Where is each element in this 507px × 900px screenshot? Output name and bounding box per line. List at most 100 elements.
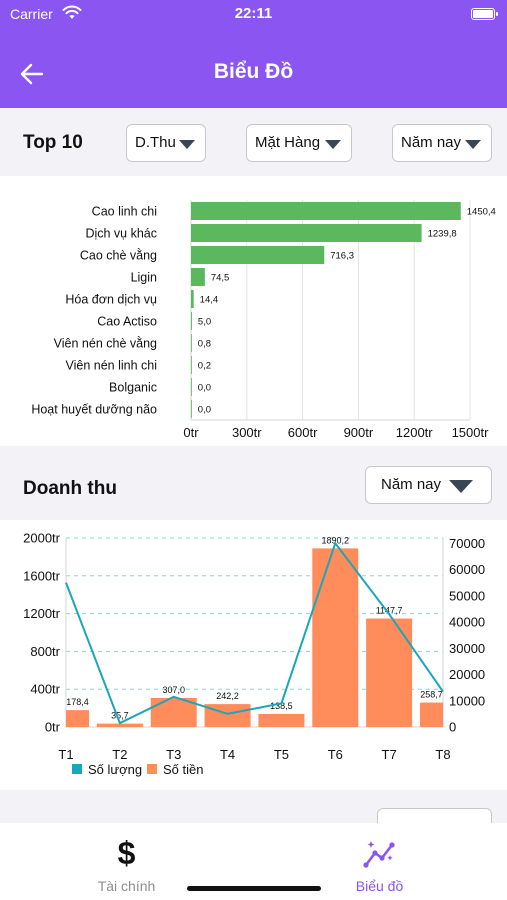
right-tick-label: 40000 xyxy=(449,615,485,630)
data-label: 1239,8 xyxy=(428,229,457,240)
data-label: 716,3 xyxy=(330,251,354,262)
data-label: 178,4 xyxy=(66,697,89,707)
category-label: Dịch vụ khác xyxy=(85,227,157,241)
x-tick-label: 1500tr xyxy=(452,425,490,440)
group-dropdown[interactable]: Mặt Hàng xyxy=(246,124,352,162)
bar xyxy=(204,704,251,727)
x-tick-label: T7 xyxy=(382,747,397,762)
data-label: 307,0 xyxy=(162,685,185,695)
top10-title: Top 10 xyxy=(23,132,83,153)
x-tick-label: T5 xyxy=(274,747,289,762)
category-label: Hóa đơn dịch vụ xyxy=(65,293,157,307)
status-time: 22:11 xyxy=(234,5,273,22)
data-label: 14,4 xyxy=(200,295,219,306)
bar xyxy=(191,400,192,418)
chevron-down-icon xyxy=(449,480,473,493)
x-tick-label: T1 xyxy=(58,747,73,762)
x-tick-label: 600tr xyxy=(288,425,318,440)
category-label: Cao chè vằng xyxy=(80,248,157,263)
bar xyxy=(191,246,325,264)
bar xyxy=(366,618,413,727)
left-tick-label: 0tr xyxy=(45,720,61,735)
bar xyxy=(191,224,422,242)
home-indicator xyxy=(187,886,321,891)
right-tick-label: 20000 xyxy=(449,667,485,682)
bar xyxy=(191,378,192,396)
metric-dropdown[interactable]: D.Thu xyxy=(126,124,206,162)
battery-icon xyxy=(471,8,498,20)
x-tick-label: T2 xyxy=(112,747,127,762)
bar xyxy=(191,356,192,374)
x-tick-label: T4 xyxy=(220,747,235,762)
category-label: Cao Actiso xyxy=(97,315,157,329)
legend-swatch xyxy=(147,764,157,774)
data-label: 0,8 xyxy=(198,339,211,350)
metric-dropdown-value: D.Thu xyxy=(135,134,176,151)
bar xyxy=(191,334,192,352)
status-bar: Carrier 22:11 xyxy=(0,0,507,30)
chevron-down-icon xyxy=(325,140,341,149)
left-tick-label: 1600tr xyxy=(23,568,61,583)
legend-label: Số tiền xyxy=(163,762,203,777)
data-label: 258,7 xyxy=(420,690,443,700)
data-label: 0,2 xyxy=(198,361,211,372)
revenue-header: Doanh thu Năm nay xyxy=(0,446,507,520)
app-header: Carrier 22:11 Biểu Đồ xyxy=(0,0,507,108)
page-title: Biểu Đồ xyxy=(213,60,294,83)
revenue-period-value: Năm nay xyxy=(381,476,442,493)
revenue-combo-chart: 0tr 400tr 800tr 1200tr 1600tr 2000tr 0 10000 200… xyxy=(23,531,485,778)
left-tick-label: 1200tr xyxy=(23,606,61,621)
top10-header: Top 10 D.Thu Mặt Hàng Năm nay xyxy=(0,108,507,176)
category-label: Viên nén linh chi xyxy=(65,359,157,373)
revenue-period-dropdown[interactable]: Năm nay xyxy=(365,466,492,504)
chart-line-icon xyxy=(363,841,395,868)
right-tick-label: 0 xyxy=(449,720,456,735)
x-tick-label: T3 xyxy=(166,747,181,762)
x-tick-label: T8 xyxy=(435,747,450,762)
category-label: Ligin xyxy=(131,271,157,285)
right-tick-label: 60000 xyxy=(449,562,485,577)
top10-period-dropdown[interactable]: Năm nay xyxy=(392,124,492,162)
right-tick-label: 10000 xyxy=(449,693,485,708)
right-tick-label: 70000 xyxy=(449,536,485,551)
data-label: 1450,4 xyxy=(467,207,496,218)
top10-chart-panel: 0tr 300tr 600tr 900tr 1200tr 1500tr Cao linh c… xyxy=(0,176,507,446)
right-tick-label: 30000 xyxy=(449,641,485,656)
category-label: Cao linh chi xyxy=(92,205,157,219)
data-label: 0,0 xyxy=(198,405,211,416)
bar xyxy=(312,548,359,727)
bar xyxy=(191,202,461,220)
bar xyxy=(191,268,205,286)
x-tick-label: 1200tr xyxy=(396,425,434,440)
data-label: 242,2 xyxy=(216,691,239,701)
revenue-chart-panel: 0tr 400tr 800tr 1200tr 1600tr 2000tr 0 10000 200… xyxy=(0,520,507,790)
category-label: Bolganic xyxy=(109,381,157,395)
legend-label: Số lượng xyxy=(88,762,142,777)
left-tick-label: 2000tr xyxy=(23,531,61,546)
bar xyxy=(191,312,192,330)
bar xyxy=(66,710,89,727)
x-tick-label: 0tr xyxy=(183,425,199,440)
data-label: 0,0 xyxy=(198,383,211,394)
top10-bar-chart: 0tr 300tr 600tr 900tr 1200tr 1500tr Cao linh c… xyxy=(31,200,496,440)
left-tick-label: 800tr xyxy=(30,644,60,659)
top10-period-value: Năm nay xyxy=(401,134,462,151)
x-tick-label: 900tr xyxy=(344,425,374,440)
chevron-down-icon xyxy=(179,140,195,149)
dollar-icon: $ xyxy=(117,835,136,871)
bar xyxy=(258,713,305,727)
revenue-title: Doanh thu xyxy=(23,478,117,499)
x-tick-label: T6 xyxy=(328,747,343,762)
left-tick-label: 400tr xyxy=(30,682,60,697)
bar xyxy=(420,702,443,727)
data-label: 74,5 xyxy=(211,273,230,284)
right-tick-label: 50000 xyxy=(449,588,485,603)
category-label: Hoạt huyết dưỡng não xyxy=(31,403,157,417)
bar xyxy=(191,290,194,308)
x-tick-label: 300tr xyxy=(232,425,262,440)
chevron-down-icon xyxy=(465,140,481,149)
legend-swatch xyxy=(72,764,82,774)
data-label: 5,0 xyxy=(198,317,211,328)
category-label: Viên nén chè vằng xyxy=(54,336,157,351)
group-dropdown-value: Mặt Hàng xyxy=(255,134,321,151)
